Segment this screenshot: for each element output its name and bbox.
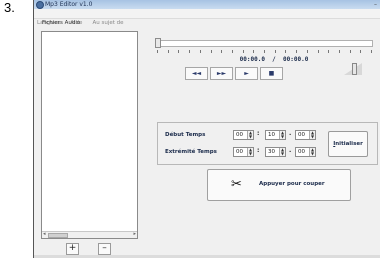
spin-arrows-icon[interactable]: ▲ ▼ <box>279 148 285 156</box>
forward-icon: ►► <box>216 70 227 77</box>
volume-slider[interactable] <box>344 63 362 75</box>
position-tick <box>338 50 340 53</box>
app-window: Mp3 Editor v1.0 – Langues Aide Au sujet … <box>33 0 380 258</box>
scroll-left-icon[interactable]: ◂ <box>43 231 46 237</box>
end-colon: : <box>257 147 260 154</box>
start-minutes-value: 00 <box>236 132 243 138</box>
position-tick <box>264 50 265 53</box>
stop-button[interactable]: ■ <box>260 67 283 80</box>
play-icon: ► <box>244 70 249 77</box>
app-icon <box>36 1 44 9</box>
end-minutes-value: 00 <box>236 149 243 155</box>
position-tick <box>210 50 212 53</box>
time-display: 00:00.0 / 00:00.0 <box>239 56 309 63</box>
position-tick <box>178 50 180 53</box>
add-file-button[interactable]: + <box>66 243 79 255</box>
position-tick <box>296 50 298 53</box>
volume-knob[interactable] <box>352 63 357 75</box>
position-tick <box>199 50 201 53</box>
scissors-icon: ✂ <box>231 177 242 192</box>
menu-about[interactable]: Au sujet de <box>93 19 124 28</box>
spin-arrows-icon[interactable]: ▲ ▼ <box>247 148 253 156</box>
start-dot: . <box>289 130 292 137</box>
position-tick <box>306 50 308 53</box>
end-minutes-spinner[interactable]: 00 ▲ ▼ <box>233 147 254 157</box>
end-time-label: Extrémité Temps <box>165 149 217 155</box>
position-tick <box>157 50 158 53</box>
spin-arrows-icon[interactable]: ▲ ▼ <box>309 148 315 156</box>
remove-file-button[interactable]: – <box>98 243 111 255</box>
spin-arrows-icon[interactable]: ▲ ▼ <box>309 131 315 139</box>
position-tick <box>274 50 276 53</box>
position-slider[interactable] <box>155 38 373 48</box>
end-seconds-spinner[interactable]: 30 ▲ ▼ <box>265 147 286 157</box>
file-list-scrollbar[interactable]: ◂ ▸ <box>42 231 137 238</box>
rewind-icon: ◄◄ <box>191 70 202 77</box>
position-tick <box>371 50 372 53</box>
start-time-label: Début Temps <box>165 132 206 138</box>
start-tenths-value: 00 <box>298 132 305 138</box>
start-seconds-value: 10 <box>268 132 275 138</box>
audio-files-label: Fichiers Audio <box>42 20 81 26</box>
start-minutes-spinner[interactable]: 00 ▲ ▼ <box>233 130 254 140</box>
scroll-right-icon[interactable]: ▸ <box>133 231 136 237</box>
spin-arrows-icon[interactable]: ▲ ▼ <box>279 131 285 139</box>
position-tick <box>242 50 244 53</box>
play-button[interactable]: ► <box>235 67 258 80</box>
start-seconds-spinner[interactable]: 10 ▲ ▼ <box>265 130 286 140</box>
spin-arrows-icon[interactable]: ▲ ▼ <box>247 131 253 139</box>
rewind-button[interactable]: ◄◄ <box>185 67 208 80</box>
position-tick <box>360 50 362 53</box>
reset-button[interactable]: Initialiser <box>328 131 368 157</box>
position-tick <box>285 50 287 53</box>
reset-button-label: nitialiser <box>335 141 363 147</box>
position-tick <box>167 50 169 53</box>
position-ticks <box>157 50 372 53</box>
position-knob[interactable] <box>155 38 161 48</box>
forward-button[interactable]: ►► <box>210 67 233 80</box>
step-number: 3. <box>4 0 15 15</box>
stop-icon: ■ <box>268 70 275 77</box>
minimize-button[interactable]: – <box>374 0 377 9</box>
position-tick <box>189 50 191 53</box>
cut-button[interactable]: ✂ Appuyer pour couper <box>207 169 351 201</box>
menu-bar: Langues Aide Au sujet de <box>34 9 380 26</box>
title-bar: Mp3 Editor v1.0 – <box>34 0 380 9</box>
position-tick <box>317 50 319 53</box>
audio-file-list[interactable]: ◂ ▸ <box>41 31 138 239</box>
cut-button-label: Appuyer pour couper <box>259 181 325 187</box>
position-tick <box>253 50 255 53</box>
end-seconds-value: 30 <box>268 149 275 155</box>
start-colon: : <box>257 130 260 137</box>
position-tick <box>221 50 223 53</box>
position-tick <box>349 50 351 53</box>
start-tenths-spinner[interactable]: 00 ▲ ▼ <box>295 130 316 140</box>
end-tenths-value: 00 <box>298 149 305 155</box>
position-tick <box>328 50 330 53</box>
position-track[interactable] <box>155 40 373 47</box>
scroll-thumb[interactable] <box>48 233 68 238</box>
end-tenths-spinner[interactable]: 00 ▲ ▼ <box>295 147 316 157</box>
position-tick <box>231 50 233 53</box>
end-dot: . <box>289 147 292 154</box>
window-title: Mp3 Editor v1.0 <box>45 1 93 8</box>
